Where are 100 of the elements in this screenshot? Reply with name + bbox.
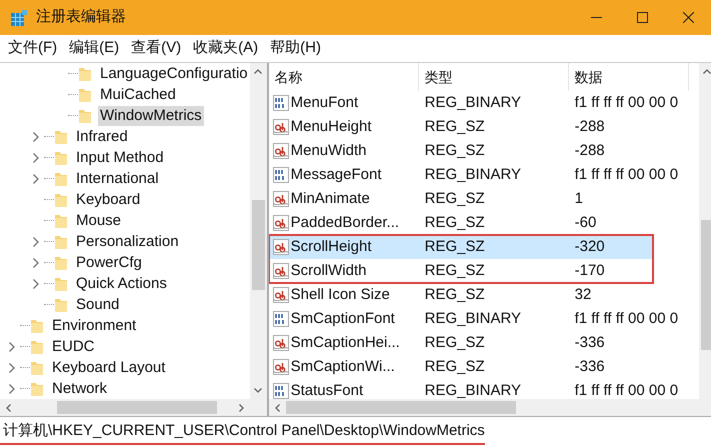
value-data: -170 [574,260,606,281]
value-type: REG_SZ [424,212,486,233]
column-header[interactable]: 类型 [418,63,569,91]
value-row[interactable]: SmCaptionWi... REG_SZ -336 [268,355,699,379]
menu-item[interactable]: 帮助(H) [264,36,327,60]
tree-item[interactable]: Keyboard Layout [50,358,168,378]
scrollbar-thumb[interactable] [700,220,711,350]
folder-icon [30,380,44,396]
value-data: 32 [574,284,592,305]
menu-item[interactable]: 查看(V) [125,36,188,60]
value-name: MenuHeight [290,116,372,137]
value-name: SmCaptionWi... [290,356,395,377]
menu-item[interactable]: 收藏夹(A) [187,36,264,60]
folder-icon [30,338,44,354]
scroll-up-icon [254,69,262,74]
value-type: REG_SZ [424,140,486,161]
string-value-icon [272,239,289,255]
value-type: REG_BINARY [424,164,522,185]
scrollbar-thumb[interactable] [252,200,265,290]
scrollbar-thumb[interactable] [286,401,516,414]
menu-item[interactable]: 文件(F) [2,36,64,60]
tree-item[interactable]: Quick Actions [74,274,169,294]
value-row[interactable]: MessageFont REG_BINARY f1 ff ff ff 00 00 0 [268,163,699,187]
value-row[interactable]: MinAnimate REG_SZ 1 [268,187,699,211]
value-name: MessageFont [290,164,382,185]
folder-icon [54,170,68,186]
binary-value-icon [272,95,289,111]
horizontal-scrollbar[interactable] [0,399,267,416]
folder-icon [54,276,68,292]
value-data: -336 [574,332,606,353]
value-type: REG_SZ [424,284,486,305]
tree-item[interactable]: Input Method [74,148,166,168]
value-row[interactable]: MenuHeight REG_SZ -288 [268,115,699,139]
value-type: REG_SZ [424,116,486,137]
tree-item[interactable]: Mouse [74,210,124,230]
tree-item[interactable]: Network [50,378,110,398]
value-type: REG_SZ [424,332,486,353]
folder-icon [78,108,92,124]
value-name: MenuFont [290,92,358,113]
value-name: ScrollHeight [290,236,372,257]
vertical-scrollbar[interactable] [250,63,267,399]
vertical-scrollbar[interactable] [698,63,711,399]
tree-item[interactable]: Infrared [74,126,130,146]
tree-item[interactable]: MuiCached [98,84,178,104]
value-row[interactable]: SmCaptionFont REG_BINARY f1 ff ff ff 00 00 0 [268,307,699,331]
value-row[interactable]: ScrollWidth REG_SZ -170 [268,259,653,283]
registry-app-icon [10,8,28,26]
value-data: 1 [574,188,584,209]
value-name: StatusFont [290,380,364,399]
folder-icon [30,360,44,376]
value-type: REG_SZ [424,236,486,257]
column-header[interactable]: 名称 [268,63,419,91]
value-row[interactable]: MenuFont REG_BINARY f1 ff ff ff 00 00 0 [268,91,699,115]
tree-item[interactable]: International [74,168,161,188]
scroll-up-icon [703,69,711,74]
value-row[interactable]: Shell Icon Size REG_SZ 32 [268,283,699,307]
value-data: -320 [574,236,606,257]
binary-value-icon [272,311,289,327]
folder-icon [54,212,68,228]
scrollbar-thumb[interactable] [57,401,217,414]
value-name: PaddedBorder... [290,212,400,233]
folder-icon [54,192,68,208]
minimize-icon [590,17,602,18]
folder-icon [54,254,68,270]
tree-item[interactable]: EUDC [50,336,97,356]
scroll-left-icon [6,404,11,412]
value-data: f1 ff ff ff 00 00 0 [574,92,680,113]
value-row[interactable]: ScrollHeight REG_SZ -320 [268,235,653,259]
value-data: -288 [574,116,606,137]
value-name: Shell Icon Size [290,284,390,305]
value-row[interactable]: PaddedBorder... REG_SZ -60 [268,211,699,235]
tree-item[interactable]: WindowMetrics [98,106,204,126]
string-value-icon [272,359,289,375]
tree-item[interactable]: PowerCfg [74,252,144,272]
value-data: f1 ff ff ff 00 00 0 [574,308,680,329]
menu-item[interactable]: 编辑(E) [63,36,126,60]
value-data: -288 [574,140,606,161]
value-type: REG_SZ [424,260,486,281]
value-row[interactable]: StatusFont REG_BINARY f1 ff ff ff 00 00 0 [268,379,699,399]
tree-item[interactable]: Sound [74,294,122,314]
value-name: MinAnimate [290,188,370,209]
string-value-icon [272,191,289,207]
value-row[interactable]: MenuWidth REG_SZ -288 [268,139,699,163]
string-value-icon [272,215,289,231]
value-type: REG_SZ [424,356,486,377]
scroll-down-icon [254,388,262,393]
tree-item[interactable]: Environment [50,316,138,336]
tree-item[interactable]: Personalization [74,232,181,252]
tree-item[interactable]: Keyboard [74,190,142,210]
folder-icon [54,296,68,312]
value-data: -60 [574,212,598,233]
value-type: REG_BINARY [424,92,522,113]
value-name: SmCaptionFont [290,308,395,329]
string-value-icon [272,335,289,351]
value-row[interactable]: SmCaptionHei... REG_SZ -336 [268,331,699,355]
tree-item[interactable]: LanguageConfiguratio [98,64,250,84]
column-header[interactable]: 数据 [568,63,689,91]
horizontal-scrollbar[interactable] [268,399,711,416]
value-data: -336 [574,356,606,377]
maximize-icon [636,12,648,23]
